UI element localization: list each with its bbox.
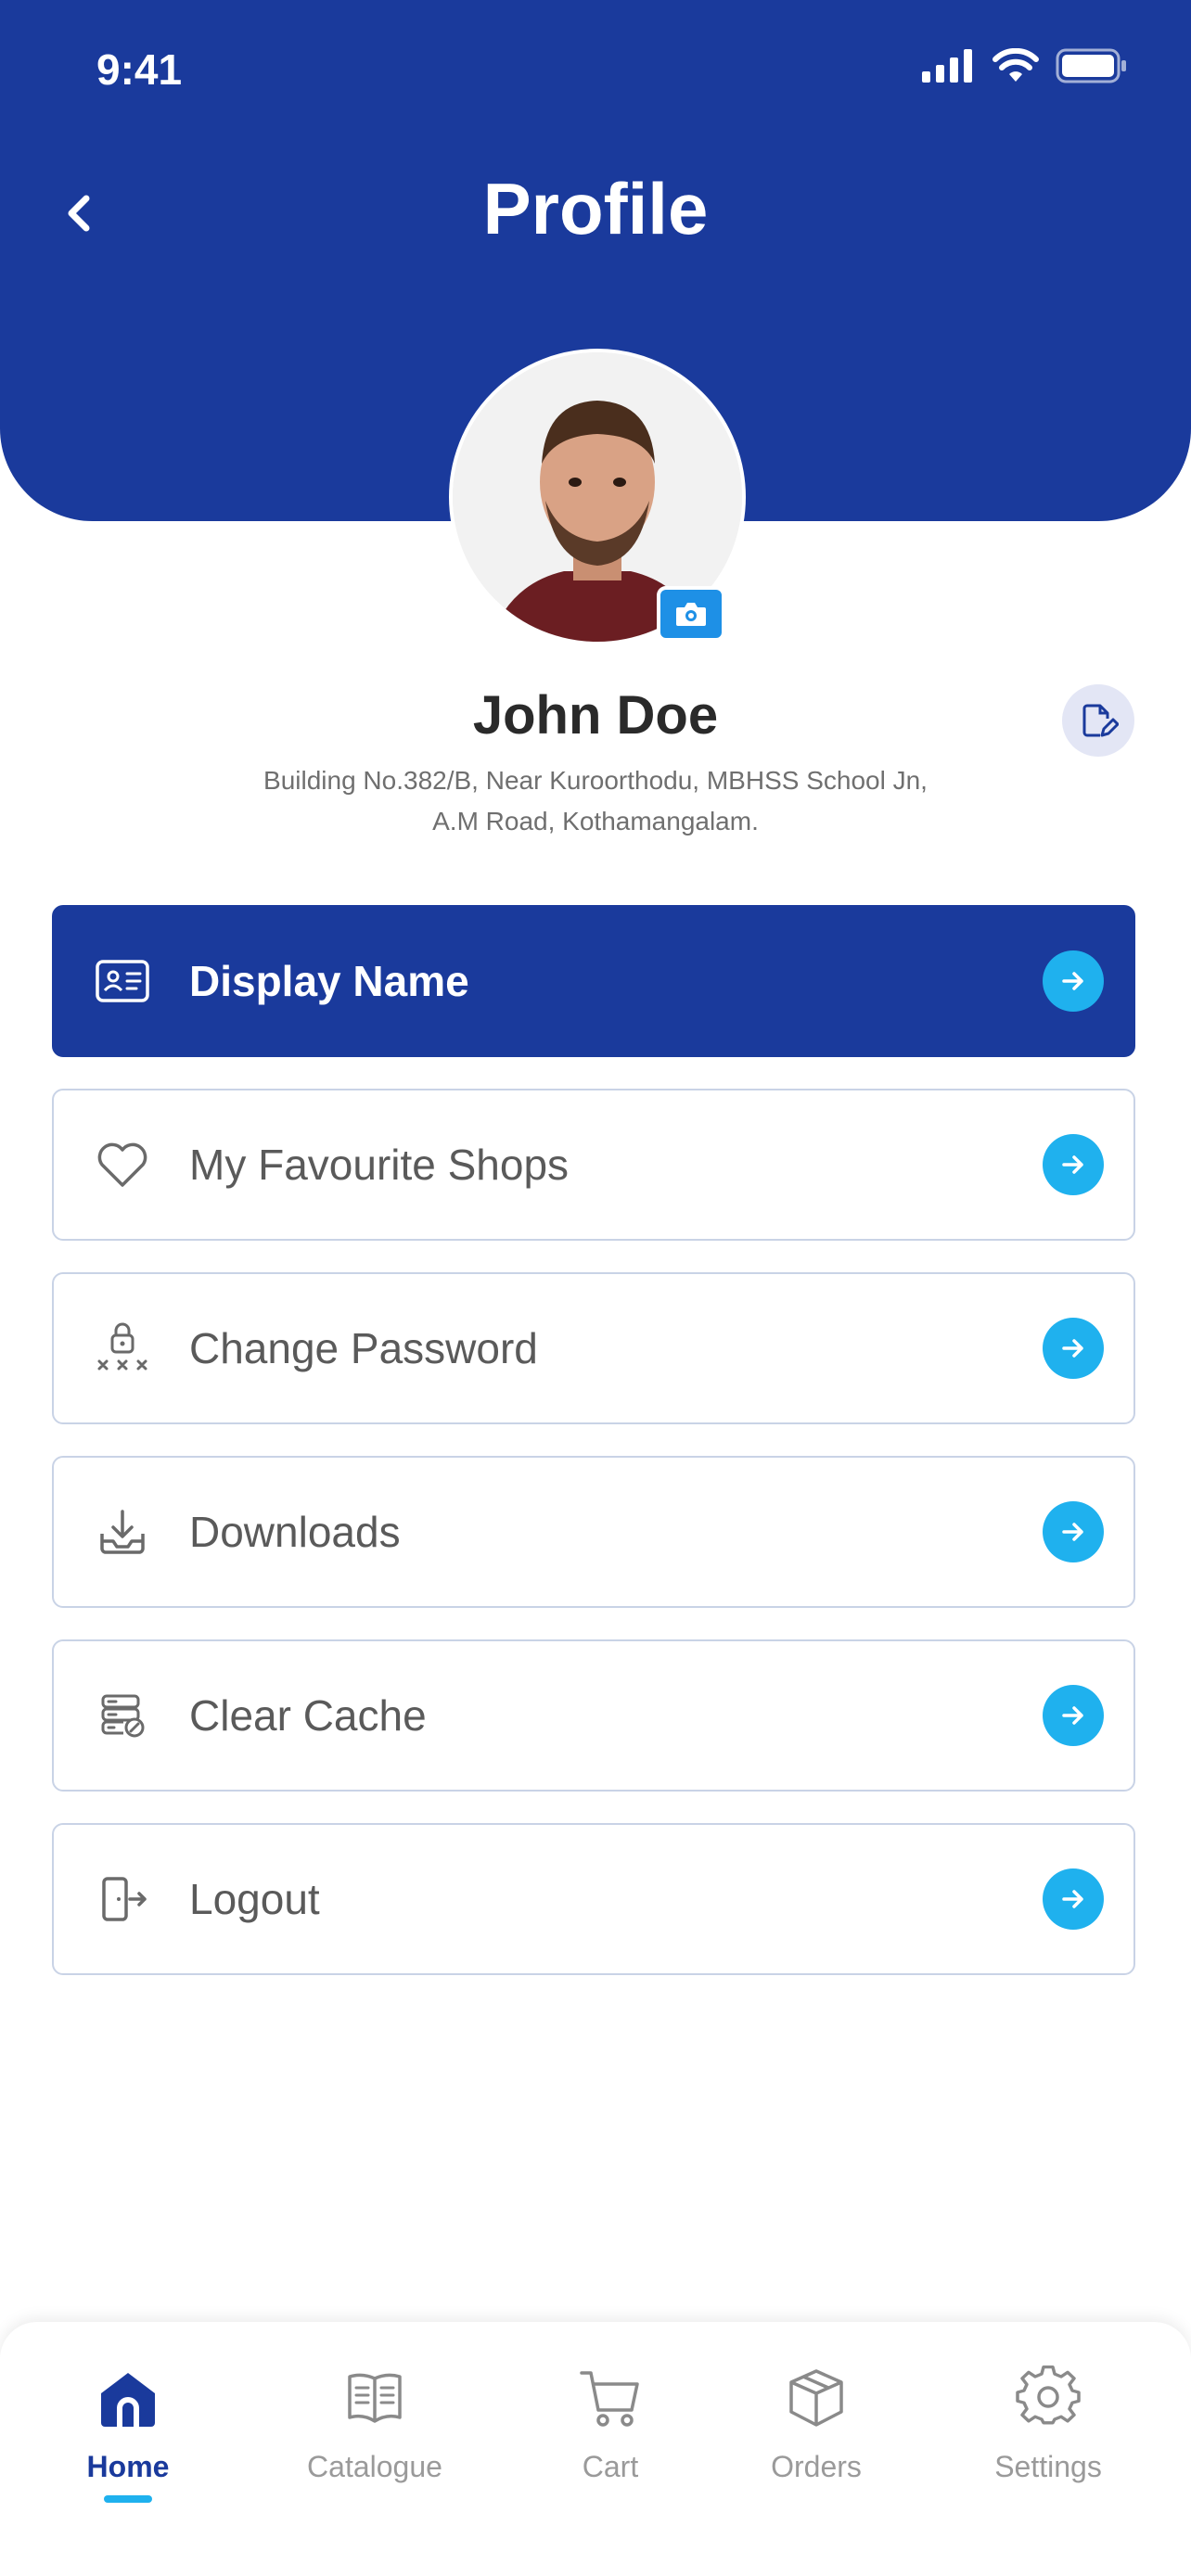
id-card-icon <box>93 951 152 1011</box>
menu-item-label: Downloads <box>189 1508 401 1556</box>
address-line-2: A.M Road, Kothamangalam. <box>432 807 759 835</box>
bottom-tab-bar: Home Catalogue Cart Orders Settings <box>0 2322 1191 2576</box>
menu-item-label: Logout <box>189 1875 320 1923</box>
menu-item-downloads[interactable]: Downloads <box>52 1456 1135 1608</box>
gear-icon <box>1013 2363 1083 2433</box>
address-line-1: Building No.382/B, Near Kuroorthodu, MBH… <box>263 766 928 795</box>
edit-icon <box>1082 704 1119 737</box>
home-icon <box>93 2363 163 2433</box>
lock-icon <box>93 1319 152 1378</box>
status-icons <box>922 48 1128 83</box>
menu-item-favourite-shops[interactable]: My Favourite Shops <box>52 1089 1135 1241</box>
menu-item-change-password[interactable]: Change Password <box>52 1272 1135 1424</box>
tab-settings[interactable]: Settings <box>946 2363 1150 2484</box>
tab-label: Cart <box>582 2450 639 2483</box>
active-tab-indicator <box>104 2495 152 2503</box>
menu-item-logout[interactable]: Logout <box>52 1823 1135 1975</box>
tab-label: Settings <box>994 2450 1102 2483</box>
camera-icon <box>676 603 706 626</box>
tab-home[interactable]: Home <box>26 2363 230 2503</box>
tab-label: Orders <box>771 2450 862 2483</box>
arrow-right-icon <box>1043 1501 1104 1562</box>
signal-icon <box>922 49 972 83</box>
menu-item-clear-cache[interactable]: Clear Cache <box>52 1639 1135 1792</box>
arrow-right-icon <box>1043 1318 1104 1379</box>
menu-item-label: Change Password <box>189 1324 538 1372</box>
arrow-right-icon <box>1043 1134 1104 1195</box>
heart-icon <box>93 1135 152 1194</box>
arrow-right-icon <box>1043 950 1104 1012</box>
profile-menu: Display Name My Favourite Shops Change P… <box>52 905 1135 2007</box>
arrow-right-icon <box>1043 1685 1104 1746</box>
book-icon <box>339 2363 410 2433</box>
tab-orders[interactable]: Orders <box>714 2363 918 2484</box>
change-photo-button[interactable] <box>657 586 725 642</box>
page-title: Profile <box>482 168 709 249</box>
menu-item-display-name[interactable]: Display Name <box>52 905 1135 1057</box>
wifi-icon <box>992 48 1039 82</box>
download-icon <box>93 1502 152 1562</box>
profile-name: John Doe <box>472 685 719 746</box>
cache-icon <box>93 1686 152 1745</box>
menu-item-label: Clear Cache <box>189 1691 427 1740</box>
menu-item-label: My Favourite Shops <box>189 1141 570 1189</box>
edit-profile-button[interactable] <box>1062 684 1134 757</box>
box-icon <box>781 2363 852 2433</box>
tab-label: Catalogue <box>307 2450 442 2483</box>
logout-icon <box>93 1869 152 1929</box>
tab-catalogue[interactable]: Catalogue <box>273 2363 477 2484</box>
cart-icon <box>575 2363 646 2433</box>
battery-icon <box>1056 48 1126 83</box>
tab-label: Home <box>86 2450 170 2483</box>
status-time: 9:41 <box>96 45 183 94</box>
menu-item-label: Display Name <box>189 957 469 1005</box>
profile-address: Building No.382/B, Near Kuroorthodu, MBH… <box>186 760 1005 842</box>
tab-cart[interactable]: Cart <box>508 2363 712 2484</box>
arrow-right-icon <box>1043 1868 1104 1930</box>
